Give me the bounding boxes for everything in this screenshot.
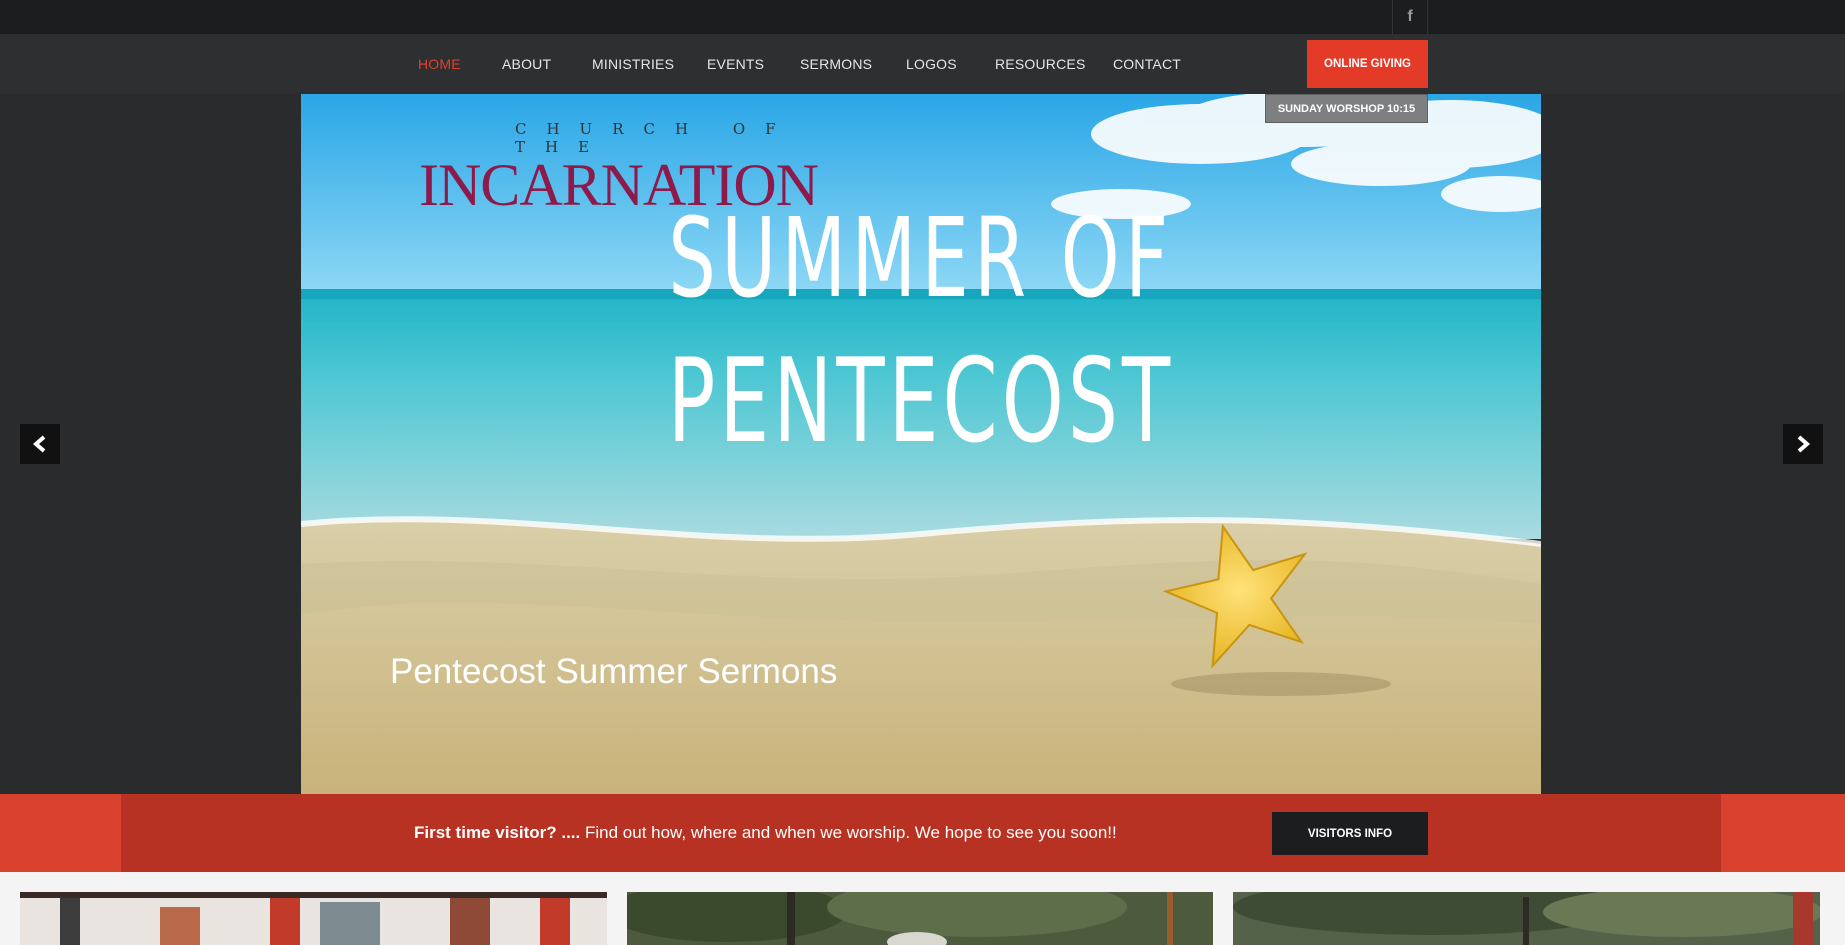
facebook-icon[interactable]: f: [1392, 0, 1428, 34]
slide-caption: Pentecost Summer Sermons: [390, 652, 838, 691]
nav-ministries[interactable]: MINISTRIES: [592, 56, 674, 72]
top-bar: f: [0, 0, 1845, 34]
thumbnail-2[interactable]: [627, 892, 1213, 945]
nav-about[interactable]: ABOUT: [502, 56, 551, 72]
thumbnail-image-1: [20, 892, 607, 945]
visitor-cta-rest: Find out how, where and when we worship.…: [580, 823, 1117, 842]
slider-prev-button[interactable]: [20, 424, 60, 464]
online-giving-button[interactable]: ONLINE GIVING: [1307, 40, 1428, 88]
thumbnail-3[interactable]: [1233, 892, 1820, 945]
visitors-info-button[interactable]: VISITORS INFO: [1272, 812, 1428, 855]
thumbnail-1[interactable]: [20, 892, 607, 945]
slider-next-button[interactable]: [1783, 424, 1823, 464]
church-logo-small: CHURCH OF THE: [515, 120, 796, 156]
visitor-cta-band: First time visitor? .... Find out how, w…: [0, 794, 1845, 872]
nav-logos[interactable]: LOGOS: [906, 56, 957, 72]
visitor-cta-bold: First time visitor? ....: [414, 823, 581, 842]
thumbnail-image-2: [627, 892, 1213, 945]
hero-headline-1: SUMMER OF: [668, 194, 1174, 322]
chevron-left-icon: [32, 435, 46, 453]
nav-home[interactable]: HOME: [418, 56, 461, 72]
nav-resources[interactable]: RESOURCES: [995, 56, 1085, 72]
nav-events[interactable]: EVENTS: [707, 56, 764, 72]
thumbnail-image-3: [1233, 892, 1820, 945]
visitor-cta-text: First time visitor? .... Find out how, w…: [414, 823, 1117, 843]
main-nav: HOME ABOUT MINISTRIES EVENTS SERMONS LOG…: [0, 34, 1845, 94]
hero-headline-2: PENTECOST: [667, 334, 1175, 469]
worship-time-badge: SUNDAY WORSHOP 10:15: [1265, 94, 1428, 123]
chevron-right-icon: [1797, 435, 1811, 453]
nav-sermons[interactable]: SERMONS: [800, 56, 872, 72]
hero-slide: CHURCH OF THE INCARNATION SUMMER OF PENT…: [301, 94, 1541, 794]
nav-contact[interactable]: CONTACT: [1113, 56, 1181, 72]
